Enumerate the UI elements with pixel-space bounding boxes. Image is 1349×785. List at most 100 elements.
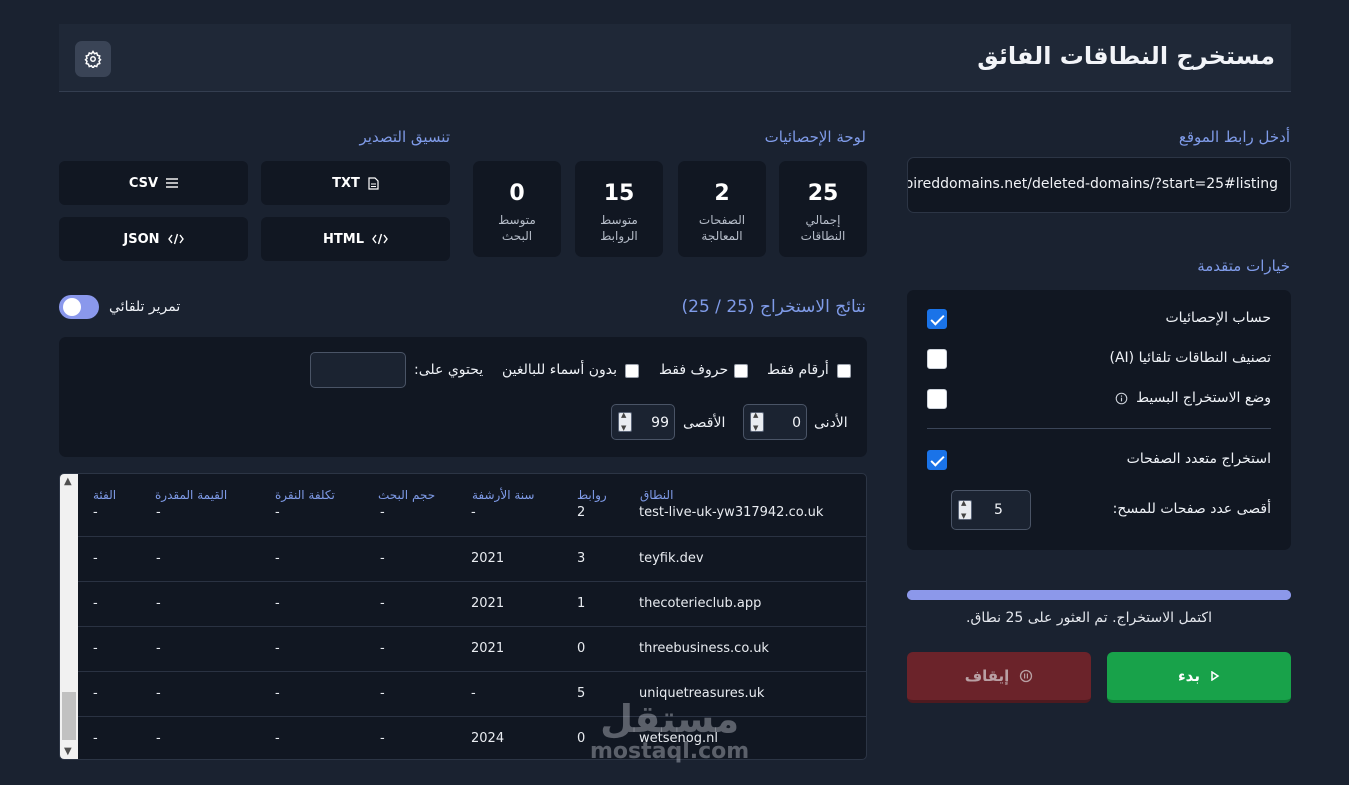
option-simple-checkbox[interactable] — [927, 389, 947, 409]
cell-estimated-value: - — [156, 551, 161, 566]
cell-links: 2 — [577, 505, 586, 520]
table-row[interactable]: teyfik.dev 3 2021 - - - - — [78, 536, 866, 581]
filter-contains-input[interactable] — [310, 352, 406, 388]
table-row[interactable]: thecoterieclub.app 1 2021 - - - - — [78, 581, 866, 626]
cell-archive-year: 2024 — [471, 731, 505, 746]
filter-adult-label: بدون أسماء للبالغين — [502, 362, 618, 378]
cell-search-volume: - — [380, 596, 385, 611]
url-label: أدخل رابط الموقع — [1178, 128, 1290, 146]
export-csv-button[interactable]: CSV — [59, 161, 248, 205]
cell-estimated-value: - — [156, 641, 161, 656]
cell-domain: teyfik.dev — [639, 551, 704, 566]
cell-category: - — [93, 686, 98, 701]
progress-fill — [907, 590, 1291, 600]
table-scrollbar[interactable]: ▲ ▼ — [60, 474, 78, 759]
cell-search-volume: - — [380, 641, 385, 656]
cell-estimated-value: - — [156, 596, 161, 611]
export-json-button[interactable]: JSON — [59, 217, 248, 261]
scroll-thumb[interactable] — [62, 692, 76, 740]
cell-estimated-value: - — [156, 686, 161, 701]
options-divider — [927, 428, 1271, 429]
min-spinner[interactable] — [750, 411, 764, 432]
cell-links: 1 — [577, 596, 586, 611]
filter-numbers-checkbox[interactable] — [837, 364, 851, 378]
option-stats-label: حساب الإحصائيات — [1165, 310, 1271, 326]
scroll-down-icon[interactable]: ▼ — [64, 746, 72, 757]
code-icon — [167, 233, 184, 245]
export-html-button[interactable]: HTML — [261, 217, 450, 261]
filter-letters-checkbox[interactable] — [734, 364, 748, 378]
cell-cpc: - — [275, 731, 280, 746]
filter-numbers-label: أرقام فقط — [767, 362, 829, 378]
filter-min-input[interactable]: 0 — [743, 404, 807, 440]
export-txt-button[interactable]: TXT — [261, 161, 450, 205]
auto-scroll-toggle[interactable] — [59, 295, 99, 319]
max-pages-label: أقصى عدد صفحات للمسح: — [1112, 501, 1271, 517]
cell-archive-year: 2021 — [471, 596, 505, 611]
cell-domain: threebusiness.co.uk — [639, 641, 769, 656]
filter-adult-checkbox[interactable] — [625, 364, 639, 378]
cell-category: - — [93, 505, 98, 520]
filter-letters-label: حروف فقط — [659, 362, 729, 378]
watermark: مستقل mostaql.com — [590, 697, 750, 764]
settings-button[interactable] — [75, 41, 111, 77]
max-spinner[interactable] — [618, 411, 632, 432]
option-ai-checkbox[interactable] — [927, 349, 947, 369]
cell-estimated-value: - — [156, 505, 161, 520]
gear-icon — [84, 50, 102, 68]
filter-max-label: الأقصى — [683, 415, 726, 431]
option-simple-label: وضع الاستخراج البسيط — [1115, 390, 1271, 406]
cell-links: 0 — [577, 641, 586, 656]
url-input[interactable]: pireddomains.net/deleted-domains/?start=… — [907, 157, 1291, 213]
app-header: مستخرج النطاقات الفائق — [59, 24, 1291, 92]
filter-contains-label: يحتوي على: — [414, 362, 484, 378]
stat-total-domains: 25 إجمالي النطاقات — [779, 161, 867, 257]
option-ai-label: تصنيف النطاقات تلقائيا (AI) — [1109, 350, 1271, 366]
cell-archive-year: - — [471, 686, 476, 701]
stat-avg-links: 15 متوسط الروابط — [575, 161, 663, 257]
stats-title: لوحة الإحصائيات — [764, 128, 866, 146]
cell-search-volume: - — [380, 551, 385, 566]
cell-cpc: - — [275, 551, 280, 566]
option-multipage-checkbox[interactable] — [927, 450, 947, 470]
cell-category: - — [93, 551, 98, 566]
stop-button[interactable]: إيقاف — [907, 652, 1091, 703]
filter-max-input[interactable]: 99 — [611, 404, 675, 440]
cell-archive-year: 2021 — [471, 551, 505, 566]
list-icon — [166, 178, 179, 188]
code-icon — [372, 233, 388, 245]
filters-panel: أرقام فقط حروف فقط بدون أسماء للبالغين ي… — [59, 337, 867, 457]
export-title: تنسيق التصدير — [359, 128, 450, 146]
table-row[interactable]: threebusiness.co.uk 0 2021 - - - - — [78, 626, 866, 671]
info-icon[interactable] — [1115, 392, 1128, 405]
cell-domain: thecoterieclub.app — [639, 596, 762, 611]
table-row[interactable]: test-live-uk-yw317942.co.uk 2 - - - - - — [78, 491, 866, 536]
cell-search-volume: - — [380, 505, 385, 520]
cell-archive-year: - — [471, 505, 476, 520]
app-title: مستخرج النطاقات الفائق — [977, 42, 1275, 70]
stat-avg-search: 0 متوسط البحث — [473, 161, 561, 257]
cell-cpc: - — [275, 596, 280, 611]
cell-archive-year: 2021 — [471, 641, 505, 656]
scroll-up-icon[interactable]: ▲ — [64, 476, 72, 487]
cell-cpc: - — [275, 505, 280, 520]
file-icon — [368, 176, 379, 190]
start-button[interactable]: بدء — [1107, 652, 1291, 703]
cell-links: 5 — [577, 686, 586, 701]
max-pages-input[interactable]: 5 — [951, 490, 1031, 530]
cell-category: - — [93, 596, 98, 611]
option-stats-checkbox[interactable] — [927, 309, 947, 329]
cell-cpc: - — [275, 686, 280, 701]
cell-links: 3 — [577, 551, 586, 566]
advanced-options-title: خيارات متقدمة — [1197, 257, 1290, 275]
url-value: pireddomains.net/deleted-domains/?start=… — [907, 176, 1278, 192]
cell-category: - — [93, 731, 98, 746]
max-pages-spinner[interactable] — [958, 499, 972, 520]
cell-links: 0 — [577, 731, 586, 746]
cell-estimated-value: - — [156, 731, 161, 746]
option-multipage-label: استخراج متعدد الصفحات — [1126, 451, 1271, 467]
progress-status: اكتمل الاستخراج. تم العثور على 25 نطاق. — [966, 610, 1212, 626]
progress-bar — [907, 590, 1291, 600]
auto-scroll-label: تمرير تلقائي — [109, 299, 181, 315]
cell-category: - — [93, 641, 98, 656]
